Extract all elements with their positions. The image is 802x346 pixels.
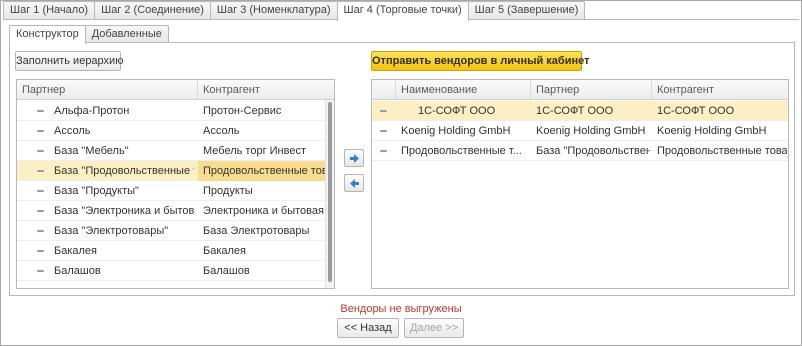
status-message: Вендоры не выгружены (340, 303, 462, 315)
counterparty-cell: Мебель торг Инвест (203, 145, 306, 157)
vendor-counterparty-cell: 1С-СОФТ ООО (657, 105, 735, 117)
tab-constructor[interactable]: Конструктор (9, 25, 86, 44)
vendors-grid-header: Наименование Партнер Контрагент (372, 80, 788, 100)
item-dash-icon (37, 210, 44, 212)
move-left-button[interactable] (344, 174, 364, 192)
partner-cell: База "Электротовары" (54, 225, 169, 237)
arrow-right-icon (350, 154, 359, 163)
table-row[interactable]: Альфа-Протон Протон-Сервис (17, 101, 326, 121)
inner-tabs: Конструктор Добавленные (9, 25, 169, 44)
arrow-left-icon (350, 179, 359, 188)
table-row[interactable]: База "Электроника и бытова... Электроник… (17, 201, 326, 221)
partners-grid[interactable]: Партнер Контрагент Альфа-Протон Протон-С… (16, 79, 335, 289)
column-header-partner[interactable]: Партнер (17, 80, 198, 100)
item-dash-icon (37, 130, 44, 132)
counterparty-cell: Продовольственные това... (198, 161, 326, 181)
table-row[interactable]: Бакалея Бакалея (17, 241, 326, 261)
table-row[interactable]: Балашов Балашов (17, 261, 326, 281)
counterparty-cell: Балашов (203, 265, 250, 277)
vendor-counterparty-cell: Продовольственные товары (657, 145, 787, 157)
back-button[interactable]: << Назад (337, 318, 399, 338)
tab-step-4[interactable]: Шаг 4 (Торговые точки) (336, 1, 469, 21)
move-right-button[interactable] (344, 149, 364, 167)
vendors-grid[interactable]: Наименование Партнер Контрагент 1С-СОФТ … (371, 79, 789, 289)
partner-cell: База "Электроника и бытова... (54, 205, 194, 217)
counterparty-cell: Продукты (203, 185, 253, 197)
vendor-name-cell: Koenig Holding GmbH (401, 125, 511, 137)
vendor-name-cell: Продовольственные т... (401, 145, 522, 157)
partners-scrollbar[interactable] (325, 100, 334, 288)
partner-cell: Альфа-Протон (54, 105, 130, 117)
next-button[interactable]: Далее >> (404, 318, 464, 338)
counterparty-cell: База Электротовары (203, 225, 310, 237)
tab-added[interactable]: Добавленные (84, 25, 169, 43)
table-row[interactable]: База "Продукты" Продукты (17, 181, 326, 201)
vendor-partner-cell: База "Продовольствен... (536, 145, 650, 157)
item-dash-icon (380, 130, 387, 132)
table-row-selected[interactable]: База "Продовольственные то... Продовольс… (17, 161, 326, 181)
column-header-name[interactable]: Наименование (396, 80, 531, 100)
counterparty-cell: Ассоль (203, 125, 240, 137)
item-dash-icon (37, 110, 44, 112)
send-vendors-button[interactable]: Отправить вендоров в личный кабинет (371, 51, 590, 71)
partner-cell: Бакалея (54, 245, 98, 257)
tab-step-3[interactable]: Шаг 3 (Номенклатура) (209, 1, 338, 20)
column-header-partner[interactable]: Партнер (531, 80, 652, 100)
item-dash-icon (37, 150, 44, 152)
item-dash-icon (37, 230, 44, 232)
scrollbar-thumb[interactable] (328, 102, 332, 282)
item-dash-icon (37, 190, 44, 192)
table-row[interactable]: База "Мебель" Мебель торг Инвест (17, 141, 326, 161)
tab-step-1[interactable]: Шаг 1 (Начало) (3, 1, 96, 20)
partner-cell: База "Продовольственные то... (54, 165, 194, 177)
item-dash-icon (37, 170, 44, 172)
item-dash-icon (37, 270, 44, 272)
counterparty-cell: Бакалея (203, 245, 247, 257)
vendor-name-cell: 1С-СОФТ ООО (418, 105, 496, 117)
partner-cell: База "Продукты" (54, 185, 139, 197)
vendor-counterparty-cell: Koenig Holding GmbH (657, 125, 767, 137)
vendor-partner-cell: Koenig Holding GmbH (536, 125, 646, 137)
table-row[interactable]: Продовольственные т... База "Продовольст… (372, 141, 788, 161)
table-row[interactable]: Koenig Holding GmbH Koenig Holding GmbH … (372, 121, 788, 141)
tab-step-2[interactable]: Шаг 2 (Соединение) (94, 1, 211, 20)
column-header-counterparty[interactable]: Контрагент (198, 80, 326, 100)
table-row-selected[interactable]: 1С-СОФТ ООО 1С-СОФТ ООО 1С-СОФТ ООО (372, 101, 788, 121)
column-header-counterparty[interactable]: Контрагент (652, 80, 788, 100)
fill-hierarchy-button[interactable]: Заполнить иерархию (15, 51, 123, 71)
partner-cell: База "Мебель" (54, 145, 129, 157)
table-row[interactable]: База "Электротовары" База Электротовары (17, 221, 326, 241)
partners-grid-header: Партнер Контрагент (17, 80, 334, 100)
counterparty-cell: Протон-Сервис (203, 105, 282, 117)
item-dash-icon (380, 150, 387, 152)
counterparty-cell: Электроника и бытовая т... (203, 205, 325, 217)
tab-step-5[interactable]: Шаг 5 (Завершение) (467, 1, 586, 20)
column-header-marker (372, 80, 396, 100)
partner-cell: Ассоль (54, 125, 91, 137)
constructor-panel: Заполнить иерархию Отправить вендоров в … (9, 42, 795, 296)
item-dash-icon (37, 250, 44, 252)
step-tabs: Шаг 1 (Начало) Шаг 2 (Соединение) Шаг 3 … (3, 1, 586, 21)
table-row[interactable]: Ассоль Ассоль (17, 121, 326, 141)
partner-cell: Балашов (54, 265, 101, 277)
item-dash-icon (380, 110, 387, 112)
vendor-partner-cell: 1С-СОФТ ООО (536, 105, 614, 117)
